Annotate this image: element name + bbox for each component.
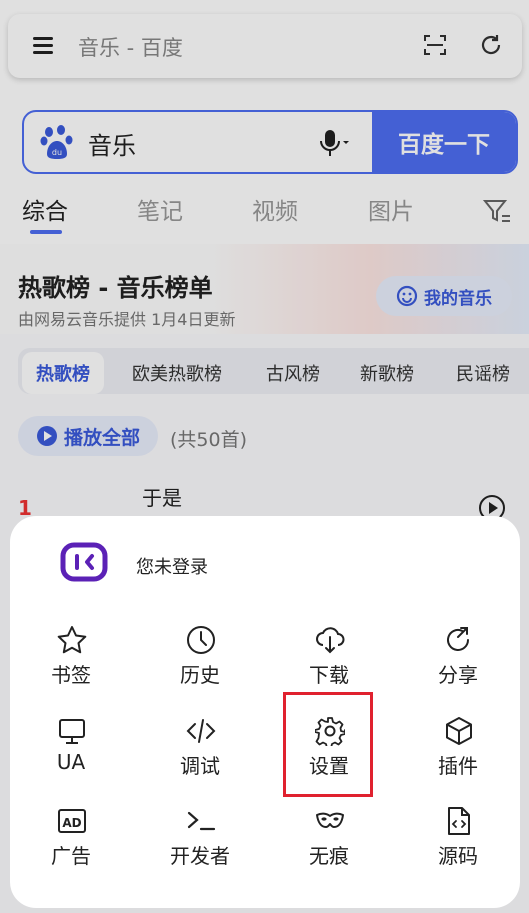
terminal-icon (187, 811, 216, 831)
menu-item-history[interactable]: 历史 (145, 625, 255, 695)
menu-item-label: 书签 (51, 663, 91, 687)
svg-text:AD: AD (62, 816, 81, 830)
ad-icon: AD (58, 809, 86, 833)
menu-item-label: UA (56, 750, 86, 774)
menu-item-label: 开发者 (170, 844, 230, 868)
cloud-download-icon (316, 627, 345, 654)
menu-item-label: 插件 (438, 754, 478, 778)
clock-icon (187, 626, 215, 654)
code-icon (186, 719, 216, 743)
menu-item-ads[interactable]: AD 广告 (16, 806, 126, 876)
mask-icon (316, 812, 344, 828)
menu-item-label: 下载 (309, 663, 349, 687)
menu-item-developer[interactable]: 开发者 (145, 806, 255, 876)
monitor-icon (59, 719, 85, 744)
menu-item-label: 分享 (438, 663, 478, 687)
menu-item-label: 无痕 (309, 844, 349, 868)
star-icon (57, 626, 87, 654)
menu-item-incognito[interactable]: 无痕 (274, 806, 384, 876)
share-icon (447, 627, 469, 651)
menu-item-label: 广告 (51, 844, 91, 868)
browser-page: 音乐 - 百度 du 音乐 百度一下 综合 笔记 视频 图片 热歌榜 - 音乐榜… (0, 0, 529, 913)
menu-item-source[interactable]: 源码 (403, 806, 513, 876)
menu-item-label: 源码 (438, 844, 478, 868)
cube-icon (446, 717, 472, 745)
login-status[interactable]: 您未登录 (136, 553, 208, 579)
source-file-icon (448, 807, 470, 835)
menu-item-share[interactable]: 分享 (403, 625, 513, 695)
menu-item-label: 调试 (180, 754, 220, 778)
app-logo-icon[interactable] (60, 542, 108, 582)
settings-highlight-box (283, 692, 373, 797)
menu-item-downloads[interactable]: 下载 (274, 625, 384, 695)
menu-item-bookmarks[interactable]: 书签 (16, 625, 126, 695)
menu-item-label: 历史 (180, 663, 220, 687)
menu-item-plugins[interactable]: 插件 (403, 716, 513, 786)
menu-item-ua[interactable]: UA (16, 716, 126, 786)
menu-item-debug[interactable]: 调试 (145, 716, 255, 786)
